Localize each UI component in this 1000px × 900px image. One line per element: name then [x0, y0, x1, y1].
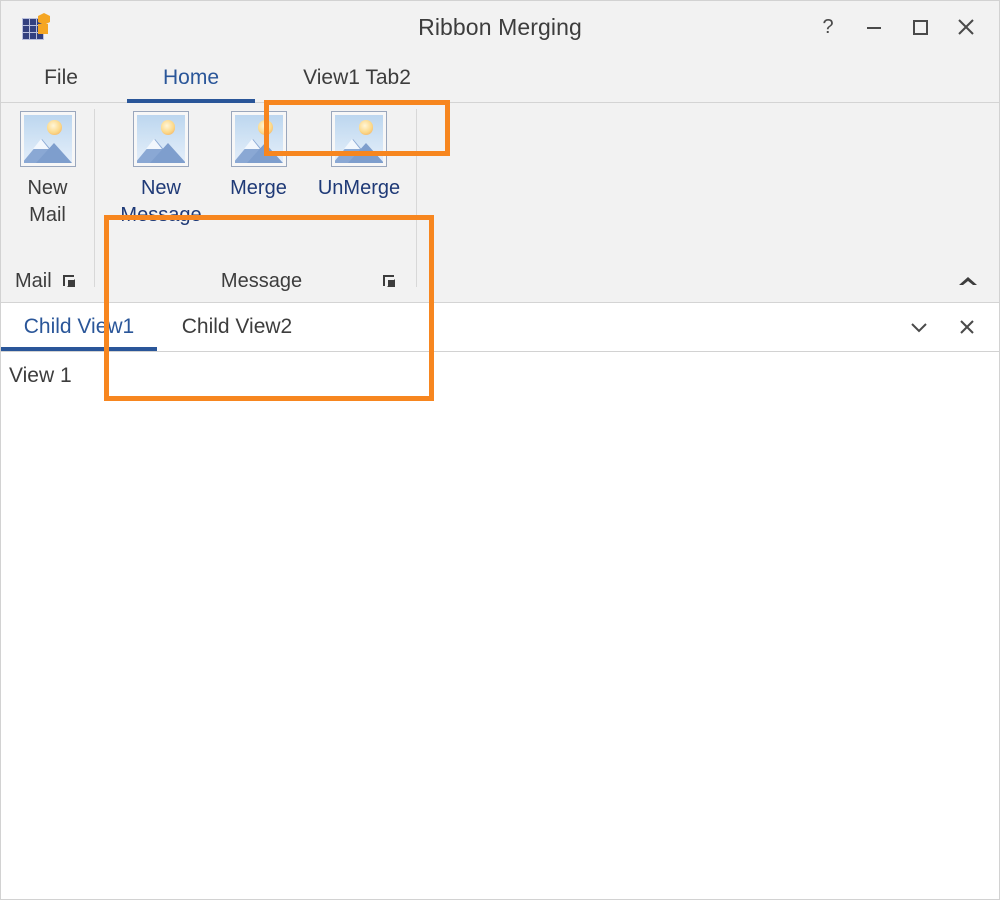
- ribbon-group-mail-label: Mail: [15, 269, 52, 292]
- child-view-content: View 1: [1, 352, 999, 899]
- ribbon-tab-strip: File Home View1 Tab2: [1, 52, 999, 156]
- ribbon-group-mail: New Mail Mail: [1, 103, 94, 302]
- child-view-tab-1[interactable]: Child View1: [1, 303, 157, 351]
- ribbon-group-separator-1: [94, 109, 95, 287]
- title-bar: Ribbon Merging ?: [1, 1, 999, 52]
- ribbon-button-new-mail-label-line1: New: [27, 177, 68, 199]
- image-photo-icon: [133, 111, 189, 167]
- help-button[interactable]: ?: [805, 7, 851, 47]
- close-icon[interactable]: [943, 305, 991, 349]
- dialog-launcher-icon-mail[interactable]: [58, 270, 80, 292]
- ribbon-button-new-message[interactable]: New Message: [111, 111, 211, 229]
- maximize-button[interactable]: [897, 7, 943, 47]
- close-button[interactable]: [943, 7, 989, 47]
- content-text: View 1: [9, 364, 72, 387]
- ribbon-button-merge-label: Merge: [230, 177, 287, 199]
- ribbon-group-message: New Message Merge UnMerge Message: [107, 103, 416, 302]
- ribbon-group-separator-2: [416, 109, 417, 287]
- child-view-tab-actions: [895, 303, 991, 351]
- image-photo-icon: [331, 111, 387, 167]
- child-view-tab-2[interactable]: Child View2: [161, 303, 313, 351]
- ribbon-body: New Mail Mail New Message Merge UnMerge …: [1, 103, 999, 401]
- ribbon-button-unmerge-label: UnMerge: [317, 177, 401, 199]
- ribbon-button-new-message-label-line1: New: [140, 177, 181, 199]
- ribbon-tab-view1-tab2[interactable]: View1 Tab2: [267, 52, 447, 103]
- child-view-tab-bar: Child View1 Child View2: [1, 303, 999, 352]
- chevron-down-icon[interactable]: [895, 305, 943, 349]
- image-photo-icon: [230, 111, 287, 167]
- image-photo-icon: [19, 111, 76, 167]
- minimize-button[interactable]: [851, 7, 897, 47]
- window-controls: ?: [805, 1, 989, 52]
- ribbon-button-new-mail[interactable]: New Mail: [1, 111, 94, 229]
- chevron-up-icon[interactable]: [955, 268, 981, 294]
- ribbon-group-message-label: Message: [220, 269, 303, 292]
- ribbon-button-unmerge[interactable]: UnMerge: [306, 111, 412, 202]
- ribbon-tab-home[interactable]: Home: [127, 52, 255, 103]
- ribbon-tab-file[interactable]: File: [15, 52, 107, 103]
- application-window: Ribbon Merging ? File Home View1 Tab2 Ne…: [0, 0, 1000, 900]
- ribbon-button-new-mail-label-line2: Mail: [29, 204, 66, 226]
- svg-text:?: ?: [822, 17, 833, 37]
- dialog-launcher-icon-message[interactable]: [378, 270, 400, 292]
- ribbon-button-merge[interactable]: Merge: [211, 111, 306, 202]
- ribbon-button-new-message-label-line2: Message: [120, 204, 202, 226]
